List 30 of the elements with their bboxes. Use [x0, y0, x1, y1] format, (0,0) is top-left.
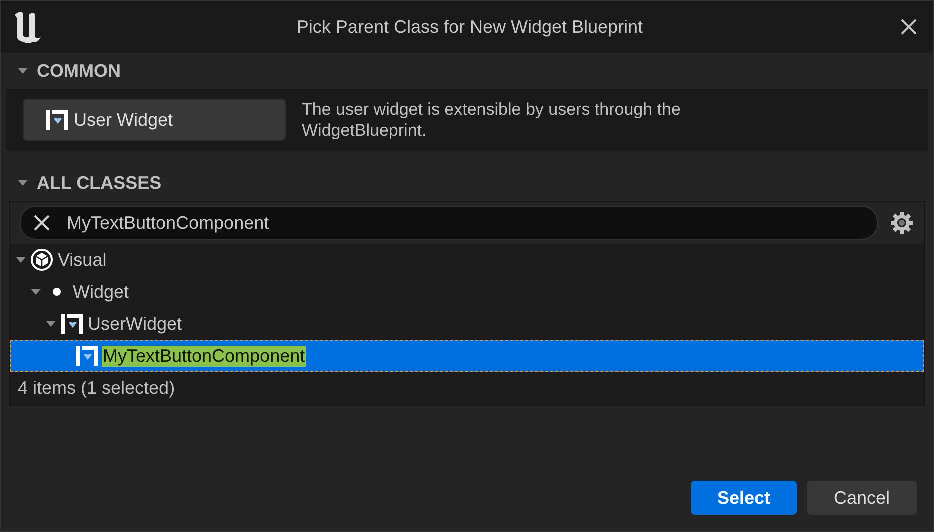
expander-icon[interactable] [30, 287, 42, 297]
collapse-icon[interactable] [17, 66, 29, 76]
section-title: ALL CLASSES [37, 172, 162, 194]
clear-icon[interactable] [33, 214, 51, 232]
collapse-icon[interactable] [17, 178, 29, 188]
dot-icon [53, 288, 61, 296]
user-widget-icon [61, 314, 83, 334]
primary-button[interactable]: Select [691, 481, 797, 515]
class-button[interactable]: User Widget [23, 99, 286, 141]
tree-label: UserWidget [87, 314, 184, 334]
secondary-button[interactable]: Cancel [807, 481, 917, 515]
search-field[interactable]: MyTextButtonComponent [20, 206, 878, 240]
tree-row[interactable]: MyTextButtonComponent [10, 340, 924, 372]
expander-icon[interactable] [15, 255, 27, 265]
tree-row[interactable]: UserWidget [10, 308, 924, 340]
window-title: Pick Parent Class for New Widget Blueprint [296, 16, 644, 38]
section-title: COMMON [37, 60, 121, 82]
user-widget-icon [46, 110, 68, 130]
settings-icon[interactable] [890, 211, 914, 235]
tree-label: MyTextButtonComponent [102, 346, 306, 366]
tree-row[interactable]: Visual [10, 244, 924, 276]
status-text: 4 items (1 selected) [17, 377, 176, 400]
close-icon[interactable] [899, 17, 919, 37]
tree-label: Visual [57, 250, 108, 270]
class-description: The user widget is extensible by users through the WidgetBlueprint. [302, 99, 682, 141]
tree-row[interactable]: Widget [10, 276, 924, 308]
expander-icon[interactable] [45, 319, 57, 329]
tree-label: Widget [72, 282, 130, 302]
cube-icon [31, 249, 53, 271]
user-widget-icon [76, 346, 98, 366]
